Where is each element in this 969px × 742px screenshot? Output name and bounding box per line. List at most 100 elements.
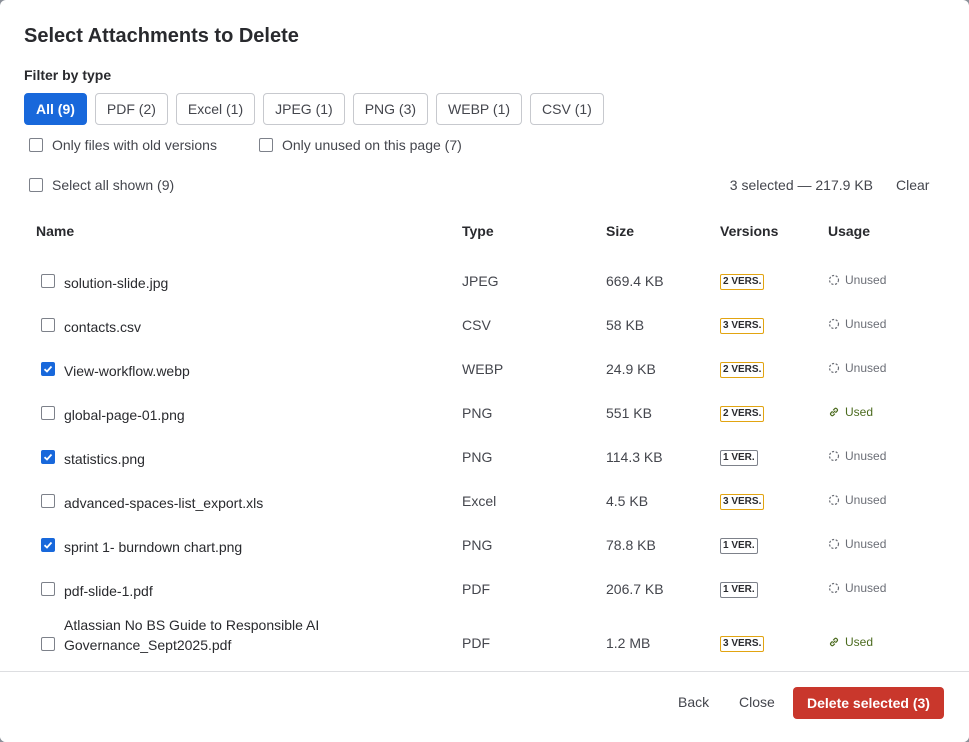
usage-status: Unused [828,449,886,463]
attachments-table-body: solution-slide.jpg JPEG 669.4 KB 2 VERS. Unu… [24,259,945,675]
usage-label: Unused [845,537,887,551]
select-all-checkbox[interactable] [29,178,43,192]
file-size: 669.4 KB [606,273,664,289]
dashed-circle-icon [828,582,840,594]
row-checkbox[interactable] [41,538,55,552]
table-row[interactable]: advanced-spaces-list_export.xls Excel 4.5 … [24,479,945,523]
dashed-circle-icon [828,274,840,286]
usage-label: Unused [845,493,887,507]
unused-checkbox[interactable] [259,138,273,152]
file-type: PNG [462,537,493,553]
file-name: Atlassian No BS Guide to Responsible AI … [64,617,320,653]
column-usage[interactable]: Usage [828,223,870,239]
versions-badge: 2 VERS. [720,406,765,422]
file-size: 4.5 KB [606,493,649,509]
usage-status: Unused [828,537,886,551]
old-versions-option[interactable]: Only files with old versions [29,137,217,153]
filter-webp-chip[interactable]: WEBP (1) [436,93,523,125]
dashed-circle-icon [828,450,840,462]
row-checkbox[interactable] [41,274,55,288]
row-checkbox[interactable] [41,582,55,596]
file-name: statistics.png [64,451,145,467]
filter-jpeg-chip[interactable]: JPEG (1) [263,93,345,125]
filter-pdf-chip[interactable]: PDF (2) [94,93,168,125]
versions-badge: 1 VER. [720,450,758,466]
row-checkbox[interactable] [41,494,55,508]
usage-status: Unused [828,361,886,375]
table-row[interactable]: global-page-01.png PNG 551 KB 2 VERS. Used [24,391,945,435]
select-all-option[interactable]: Select all shown (9) [29,177,174,193]
row-checkbox[interactable] [41,450,55,464]
table-header: Name Type Size Versions Usage [24,214,945,248]
unused-option[interactable]: Only unused on this page (7) [259,137,462,153]
file-name: advanced-spaces-list_export.xls [64,495,264,511]
versions-badge: 2 VERS. [720,274,765,290]
usage-label: Used [845,635,874,649]
column-type[interactable]: Type [462,223,494,239]
file-type: CSV [462,317,491,333]
versions-badge: 1 VER. [720,538,758,554]
file-type: WEBP [462,361,504,377]
column-name[interactable]: Name [36,223,74,239]
row-checkbox[interactable] [41,406,55,420]
filter-by-type-label: Filter by type [24,67,112,83]
dashed-circle-icon [828,494,840,506]
file-name: global-page-01.png [64,407,185,423]
file-size: 114.3 KB [606,449,663,465]
clear-selection-button[interactable]: Clear [896,177,929,193]
table-row[interactable]: solution-slide.jpg JPEG 669.4 KB 2 VERS. Unu… [24,259,945,303]
row-checkbox[interactable] [41,362,55,376]
file-size: 58 KB [606,317,645,333]
unused-label: Only unused on this page (7) [282,137,462,153]
column-versions[interactable]: Versions [720,223,778,239]
close-button[interactable]: Close [739,694,775,710]
table-row[interactable]: contacts.csv CSV 58 KB 3 VERS. Unused [24,303,945,347]
file-type: PNG [462,405,493,421]
selection-summary: 3 selected — 217.9 KB [729,177,873,193]
usage-status: Used [828,405,873,419]
filter-csv-chip[interactable]: CSV (1) [530,93,604,125]
table-row[interactable]: Atlassian No BS Guide to Responsible AI … [24,611,945,675]
versions-badge: 3 VERS. [720,636,765,652]
file-name: pdf-slide-1.pdf [64,583,153,599]
usage-status: Unused [828,581,886,595]
table-row[interactable]: View-workflow.webp WEBP 24.9 KB 2 VERS. Unus… [24,347,945,391]
filter-all-chip[interactable]: All (9) [24,93,87,125]
row-checkbox[interactable] [41,318,55,332]
file-name: solution-slide.jpg [64,275,169,291]
usage-label: Used [845,405,874,419]
versions-badge: 2 VERS. [720,362,765,378]
usage-status: Used [828,635,873,649]
filter-png-chip[interactable]: PNG (3) [352,93,429,125]
filter-excel-chip[interactable]: Excel (1) [175,93,256,125]
file-size: 206.7 KB [606,581,664,597]
usage-label: Unused [845,581,887,595]
usage-label: Unused [845,361,887,375]
usage-status: Unused [828,493,886,507]
dashed-circle-icon [828,318,840,330]
dashed-circle-icon [828,538,840,550]
delete-attachments-dialog: Select Attachments to Delete Filter by t… [0,0,969,742]
table-row[interactable]: statistics.png PNG 114.3 KB 1 VER. Unused [24,435,945,479]
old-versions-checkbox[interactable] [29,138,43,152]
column-size[interactable]: Size [606,223,634,239]
dashed-circle-icon [828,362,840,374]
link-icon [828,406,840,418]
usage-status: Unused [828,317,886,331]
table-row[interactable]: sprint 1- burndown chart.png PNG 78.8 KB 1 … [24,523,945,567]
back-button[interactable]: Back [678,694,709,710]
usage-label: Unused [845,273,887,287]
link-icon [828,636,840,648]
row-checkbox[interactable] [41,637,55,651]
table-row[interactable]: pdf-slide-1.pdf PDF 206.7 KB 1 VER. Unused [24,567,945,611]
versions-badge: 3 VERS. [720,494,765,510]
select-all-label: Select all shown (9) [52,177,175,193]
file-type: PNG [462,449,493,465]
file-name: sprint 1- burndown chart.png [64,539,243,555]
file-type: PDF [462,581,490,597]
dialog-title: Select Attachments to Delete [24,25,299,47]
versions-badge: 1 VER. [720,582,758,598]
delete-selected-button[interactable]: Delete selected (3) [793,687,944,719]
filter-chips: All (9) PDF (2) Excel (1) JPEG (1) PNG (… [24,93,604,125]
file-size: 1.2 MB [606,635,651,651]
